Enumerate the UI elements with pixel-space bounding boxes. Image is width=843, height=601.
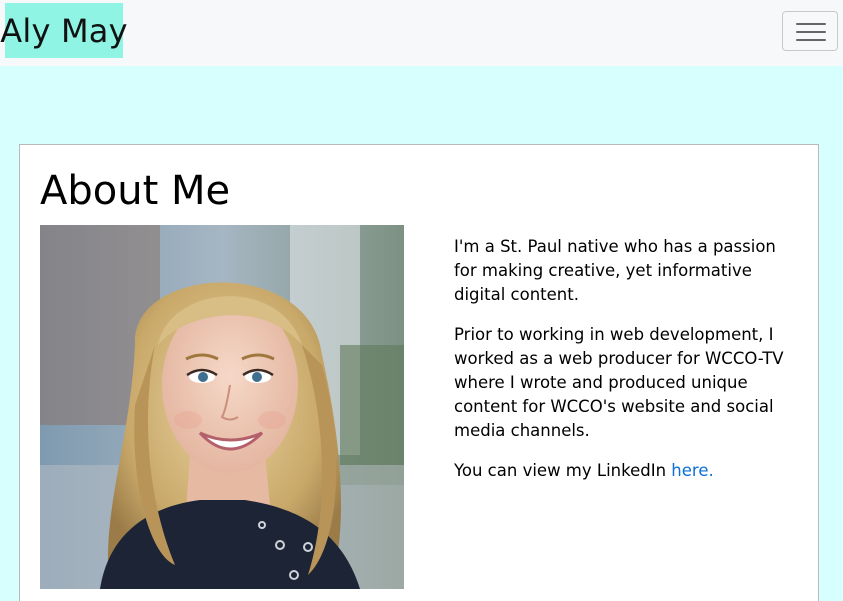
profile-photo	[40, 225, 404, 589]
brand-logo-link[interactable]: Aly May	[0, 3, 128, 58]
bio-paragraph-3: You can view my LinkedIn here.	[454, 459, 784, 483]
bio-paragraph-1: I'm a St. Paul native who has a passion …	[454, 237, 776, 304]
bio-text: I'm a St. Paul native who has a passion …	[454, 235, 784, 499]
linkedin-intro-text: You can view my LinkedIn	[454, 461, 672, 480]
bio-paragraph-2: Prior to working in web development, I w…	[454, 325, 784, 440]
about-card: About Me I'm a St. Paul native who has a…	[19, 144, 819, 601]
menu-toggle-button[interactable]	[782, 11, 838, 51]
page-title: About Me	[40, 168, 231, 214]
linkedin-link[interactable]: here.	[671, 461, 713, 480]
top-navbar: Aly May	[0, 0, 843, 66]
hamburger-menu-icon	[796, 23, 826, 41]
